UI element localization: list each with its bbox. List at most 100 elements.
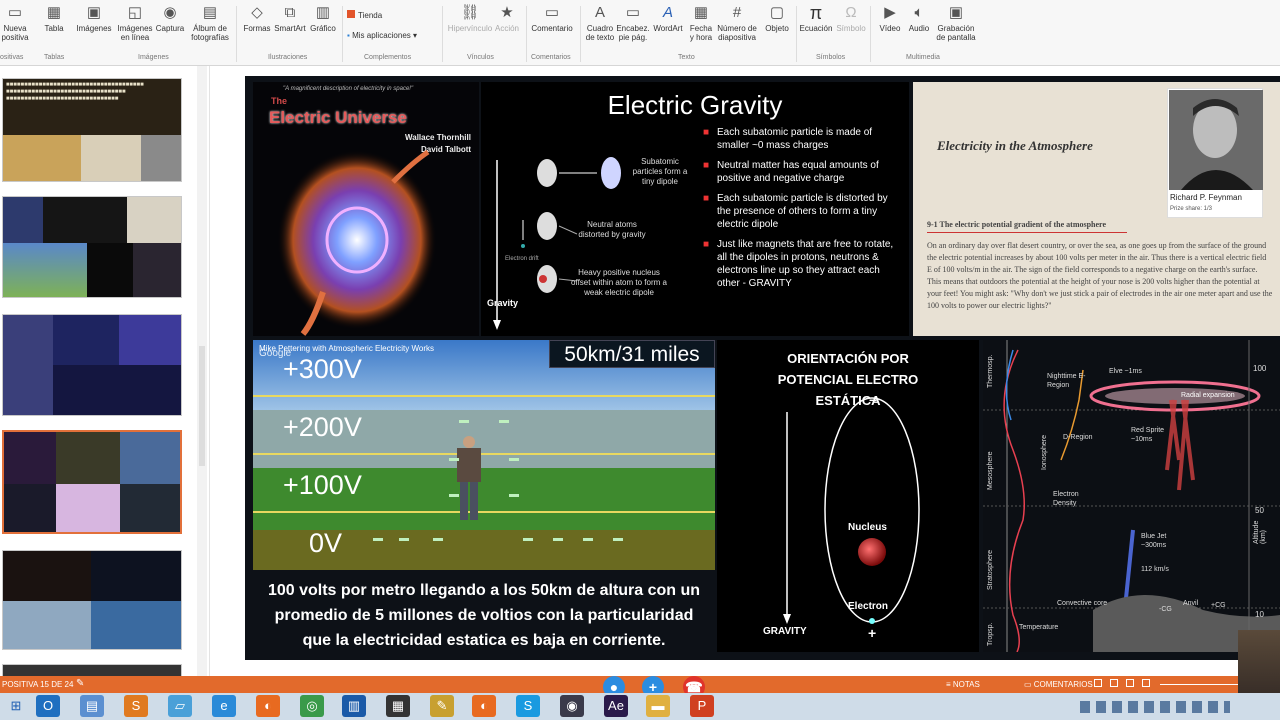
imagenes-button[interactable]: ▣ Imágenes	[76, 4, 112, 33]
windows-icon[interactable]: ⊞	[4, 695, 28, 717]
group-label: Símbolos	[816, 54, 846, 61]
insert-ribbon: ▭ Nueva positiva ▦ Tabla ▣ Imágenes ◱ Imágene…	[0, 0, 1280, 66]
captura-button[interactable]: ◉ Captura	[154, 4, 186, 33]
bullet-icon: ■	[703, 193, 710, 204]
formas-button[interactable]: ◇ Formas	[240, 4, 274, 33]
zoom-slider[interactable]	[1160, 684, 1240, 685]
objeto-button[interactable]: ▢ Objeto	[762, 4, 792, 33]
tabla-button[interactable]: ▦ Tabla	[40, 4, 68, 33]
group-label: Multimedia	[906, 54, 940, 61]
sorter-view-icon[interactable]	[1110, 679, 1118, 687]
encabez-button[interactable]: ▭ Encabez. pie pág.	[616, 4, 650, 42]
slideshow-view-icon[interactable]	[1142, 679, 1150, 687]
system-tray[interactable]	[1080, 701, 1230, 713]
accion-button[interactable]: ★ Acción	[492, 4, 522, 33]
cuadro-texto-button[interactable]: A Cuadro de texto	[582, 4, 618, 42]
outlook-icon[interactable]: O	[36, 695, 60, 717]
obs-icon[interactable]: ◉	[560, 695, 584, 717]
thumbnail-image	[87, 243, 133, 297]
numero-button[interactable]: # Número de diapositiva	[714, 4, 760, 42]
files-icon[interactable]: ▤	[80, 695, 104, 717]
thumbnail-image	[3, 315, 53, 415]
nucleus-offset-label: Heavy positive nucleus offset within ato…	[571, 268, 667, 297]
clapper-icon[interactable]: ▦	[386, 695, 410, 717]
negative-cg-label: -CG	[1159, 606, 1172, 613]
nueva-button[interactable]: ▭ Nueva positiva	[0, 4, 30, 42]
atmosphere-diagram	[983, 340, 1280, 652]
slide-canvas[interactable]: "A magnificent description of electricit…	[245, 76, 1280, 660]
slide-thumbnail-pane[interactable]: ■■■■■■■■■■■■■■■■■■■■■■■■■■■■■■■■■■■■■■ ■…	[0, 66, 210, 676]
screen-record-icon: ▣	[948, 4, 964, 21]
spellcheck-icon[interactable]: ✎	[76, 678, 84, 689]
separator	[526, 6, 527, 62]
thumbnail-image	[91, 551, 181, 601]
bullet-item: ■ Neutral matter has equal amounts of pos…	[703, 160, 879, 184]
radial-expansion-label: Radial expansion	[1181, 392, 1235, 399]
ecuacion-button[interactable]: π Ecuación	[798, 4, 834, 33]
sublime-icon[interactable]: S	[124, 695, 148, 717]
slide-thumbnail[interactable]: ■■■■■■■■■■■■■■■■■■■■■■■■■■■■■■■■■■■■■■ ■…	[2, 78, 182, 182]
grafico-button[interactable]: ▥ Gráfico	[306, 4, 340, 33]
notes-icon[interactable]: ▱	[168, 695, 192, 717]
status-bar: POSITIVA 15 DE 24 ✎ ≡ NOTAS ▭ COMENTARIO…	[0, 676, 1280, 693]
group-label: Tablas	[44, 54, 65, 61]
folder-icon[interactable]: ▬	[646, 695, 670, 717]
normal-view-icon[interactable]	[1094, 679, 1102, 687]
firefox-icon[interactable]: ◐	[256, 695, 280, 717]
person-figure	[373, 420, 623, 541]
album-icon: ▤	[202, 4, 218, 21]
powerpoint-icon[interactable]: P	[690, 695, 714, 717]
store-button[interactable]: Tienda	[347, 10, 382, 20]
group-label: Comentarios	[531, 54, 571, 61]
nucleus-label: Nucleus	[848, 522, 887, 533]
thumbnail-image	[43, 197, 127, 243]
plus-sign: +	[868, 625, 877, 641]
slide-thumbnail[interactable]	[2, 314, 182, 416]
after-effects-icon[interactable]: Ae	[604, 695, 628, 717]
thumbnail-image	[141, 135, 181, 181]
pen-icon[interactable]: ✎	[430, 695, 454, 717]
slide-thumbnail[interactable]	[2, 664, 182, 676]
slide-thumbnail-selected[interactable]	[2, 430, 182, 534]
my-apps-button[interactable]: ▪ Mis aplicaciones ▾	[347, 31, 417, 40]
anvil-label: Anvil	[1183, 600, 1199, 607]
hipervinculo-button[interactable]: ⛓ Hipervínculo	[446, 4, 494, 33]
imagenes-linea-button[interactable]: ◱ Imágenes en línea	[116, 4, 154, 42]
orbit-orientation-panel: ORIENTACIÓN POR POTENCIAL ELECTRO ESTÁTI…	[717, 340, 979, 652]
thumbnail-scrollbar[interactable]	[197, 66, 207, 676]
simbolo-button[interactable]: Ω Símbolo	[834, 4, 868, 33]
convective-core-label: Convective core	[1057, 600, 1108, 607]
feynman-body-text: On an ordinary day over flat desert coun…	[927, 241, 1273, 310]
wordart-button[interactable]: A WordArt	[650, 4, 686, 33]
chrome-icon[interactable]: ◎	[300, 695, 324, 717]
notes-button[interactable]: ≡ NOTAS	[946, 680, 980, 689]
comment-icon: ▭	[544, 4, 560, 21]
firefox-icon-2[interactable]: ◐	[472, 695, 496, 717]
thumbnail-quote-area: ■■■■■■■■■■■■■■■■■■■■■■■■■■■■■■■■■■■■■■ ■…	[3, 79, 181, 135]
fecha-button[interactable]: ▦ Fecha y hora	[688, 4, 714, 42]
vmware-icon[interactable]: ▥	[342, 695, 366, 717]
scrollbar-thumb[interactable]	[199, 346, 205, 466]
ie-icon[interactable]: e	[212, 695, 236, 717]
comentario-button[interactable]: ▭ Comentario	[528, 4, 576, 33]
thumbnail-image	[56, 432, 120, 484]
shapes-icon: ◇	[251, 4, 263, 21]
slide-thumbnail[interactable]	[2, 550, 182, 650]
comments-button[interactable]: ▭ COMENTARIOS	[1024, 680, 1093, 689]
thumbnail-image	[3, 551, 91, 601]
voltage-gradient-panel: Mike Pettering with Atmospheric Electric…	[253, 340, 715, 570]
album-button[interactable]: ▤ Álbum de fotografías	[186, 4, 234, 42]
grabacion-button[interactable]: ▣ Grabación de pantalla	[934, 4, 978, 42]
audio-button[interactable]: 🔈︎ Audio	[904, 4, 934, 33]
smartart-button[interactable]: ⧉ SmartArt	[272, 4, 308, 33]
group-label: ositivas	[0, 54, 24, 61]
video-button[interactable]: ▶ Vídeo	[876, 4, 904, 33]
skype-icon[interactable]: S	[516, 695, 540, 717]
slide-thumbnail[interactable]	[2, 196, 182, 298]
action-icon: ★	[500, 4, 514, 21]
thumbnail-image	[120, 432, 180, 484]
spanish-caption-panel: 100 volts por metro llegando a los 50km …	[253, 570, 715, 652]
neutral-atoms-label: Neutral atoms distorted by gravity	[578, 220, 646, 239]
nebula-image	[277, 149, 437, 336]
reading-view-icon[interactable]	[1126, 679, 1134, 687]
